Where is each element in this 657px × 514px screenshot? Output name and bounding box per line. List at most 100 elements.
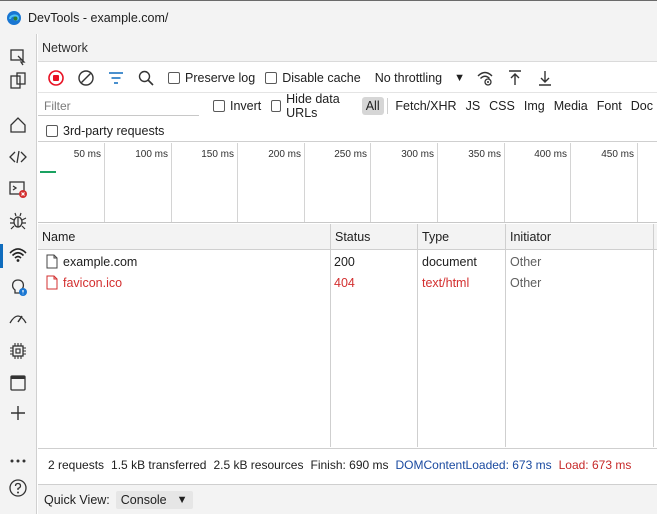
filter-bar: Invert Hide data URLs All Fetch/XHR JS C…: [38, 92, 657, 120]
summary-finish: Finish: 690 ms: [310, 457, 389, 472]
type-filter-fetch-xhr[interactable]: Fetch/XHR: [391, 97, 460, 115]
panel-title: Network: [42, 40, 88, 55]
timeline-tick-label: 400 ms: [534, 149, 567, 160]
caret-down-icon: ▼: [454, 71, 465, 84]
edge-logo-icon: [7, 10, 21, 25]
record-stop-icon[interactable]: [44, 66, 68, 90]
summary-transferred: 1.5 kB transferred: [111, 457, 207, 472]
column-header-type[interactable]: Type: [417, 224, 505, 250]
quick-view-label: Quick View:: [44, 492, 110, 507]
summary-requests: 2 requests: [48, 457, 105, 472]
timeline-tick-label: 150 ms: [201, 149, 234, 160]
type-filter-js[interactable]: JS: [462, 97, 485, 115]
filter-icon[interactable]: [104, 66, 128, 90]
throttling-value: No throttling: [374, 70, 443, 85]
hide-data-urls-checkbox[interactable]: Hide data URLs: [271, 92, 355, 120]
request-timing-bar: [40, 171, 56, 173]
console-icon[interactable]: [7, 178, 29, 200]
table-row[interactable]: favicon.ico 404 text/html Other: [38, 272, 657, 293]
checkbox-box: [213, 100, 225, 112]
application-icon[interactable]: [7, 372, 29, 394]
activity-bar: [0, 34, 37, 514]
third-party-row: 3rd-party requests: [38, 120, 657, 142]
type-filter-font[interactable]: Font: [593, 97, 626, 115]
quick-view-bar: Quick View: Console ▼: [38, 484, 657, 514]
clear-icon[interactable]: [74, 66, 98, 90]
network-icon[interactable]: [7, 244, 29, 266]
name-cell: example.com: [42, 251, 137, 272]
summary-dom-content-loaded: DOMContentLoaded: 673 ms: [395, 457, 552, 472]
type-cell: text/html: [422, 275, 470, 290]
initiator-cell: Other: [510, 275, 542, 290]
timeline-tick-label: 300 ms: [401, 149, 434, 160]
network-conditions-icon[interactable]: [473, 66, 497, 90]
active-tool-indicator: [0, 244, 3, 268]
summary-bar: 2 requests 1.5 kB transferred 2.5 kB res…: [38, 448, 657, 480]
checkbox-box: [46, 124, 58, 137]
checkbox-box: [271, 100, 282, 112]
timeline-tick-label: 350 ms: [468, 149, 501, 160]
column-header-status[interactable]: Status: [330, 224, 417, 250]
performance-insights-icon[interactable]: [7, 276, 29, 298]
invert-checkbox[interactable]: Invert: [213, 99, 261, 113]
type-filter-img[interactable]: Img: [520, 97, 549, 115]
help-icon[interactable]: [7, 477, 29, 499]
device-emulation-icon[interactable]: [7, 70, 29, 92]
network-panel: Network Preserve log Disable cache No th…: [38, 34, 657, 514]
import-har-icon[interactable]: [503, 66, 527, 90]
quick-view-selected: Console: [120, 492, 167, 507]
panel-tab-network[interactable]: Network: [38, 34, 657, 62]
third-party-checkbox[interactable]: 3rd-party requests: [46, 124, 164, 138]
checkbox-box: [168, 71, 180, 84]
summary-resources: 2.5 kB resources: [213, 457, 304, 472]
type-filter-css[interactable]: CSS: [485, 97, 519, 115]
export-har-icon[interactable]: [533, 66, 557, 90]
more-tools-icon[interactable]: [7, 450, 29, 472]
document-file-icon: [46, 254, 58, 269]
type-filter-media[interactable]: Media: [550, 97, 592, 115]
grid-line: [304, 143, 305, 222]
column-header-name[interactable]: Name: [38, 224, 330, 250]
search-icon[interactable]: [134, 66, 158, 90]
disable-cache-checkbox[interactable]: Disable cache: [265, 71, 361, 85]
request-name: favicon.ico: [63, 275, 123, 290]
checkbox-box: [265, 71, 278, 84]
type-cell: document: [422, 254, 477, 269]
timeline-tick-label: 250 ms: [334, 149, 367, 160]
table-row[interactable]: example.com 200 document Other: [38, 251, 657, 272]
grid-line: [370, 143, 371, 222]
grid-line: [504, 143, 505, 222]
timeline-overview[interactable]: 50 ms 100 ms 150 ms 200 ms 250 ms 300 ms…: [38, 143, 657, 223]
welcome-home-icon[interactable]: [7, 114, 29, 136]
sources-icon[interactable]: [7, 210, 29, 232]
throttling-select[interactable]: No throttling ▼: [371, 67, 469, 89]
quick-view-select[interactable]: Console ▼: [115, 490, 193, 509]
request-table: Name Status Type Initiator example.com 2…: [38, 224, 657, 447]
status-cell: 404: [334, 275, 355, 290]
summary-load: Load: 673 ms: [558, 457, 632, 472]
timeline-tick-label: 450 ms: [601, 149, 634, 160]
grid-line: [237, 143, 238, 222]
type-filter-all[interactable]: All: [361, 97, 384, 115]
timeline-tick-label: 50 ms: [73, 149, 101, 160]
filter-input[interactable]: [38, 96, 199, 116]
type-filter-doc[interactable]: Doc: [627, 97, 657, 115]
add-tool-icon[interactable]: [7, 402, 29, 424]
divider: [386, 98, 388, 114]
error-file-icon: [46, 275, 58, 290]
grid-line: [570, 143, 571, 222]
preserve-log-label: Preserve log: [185, 70, 256, 85]
name-cell: favicon.ico: [42, 272, 122, 293]
memory-icon[interactable]: [7, 340, 29, 362]
elements-icon[interactable]: [7, 146, 29, 168]
preserve-log-checkbox[interactable]: Preserve log: [168, 71, 255, 85]
column-header-initiator[interactable]: Initiator: [505, 224, 653, 250]
inspect-icon[interactable]: [7, 46, 29, 68]
column-header-overflow: [653, 224, 657, 250]
performance-icon[interactable]: [7, 308, 29, 330]
network-toolbar: Preserve log Disable cache No throttling…: [38, 63, 657, 93]
grid-line: [171, 143, 172, 222]
hide-data-urls-label: Hide data URLs: [286, 92, 340, 120]
window-titlebar: DevTools - example.com/: [0, 0, 657, 34]
timeline-tick-label: 200 ms: [268, 149, 301, 160]
